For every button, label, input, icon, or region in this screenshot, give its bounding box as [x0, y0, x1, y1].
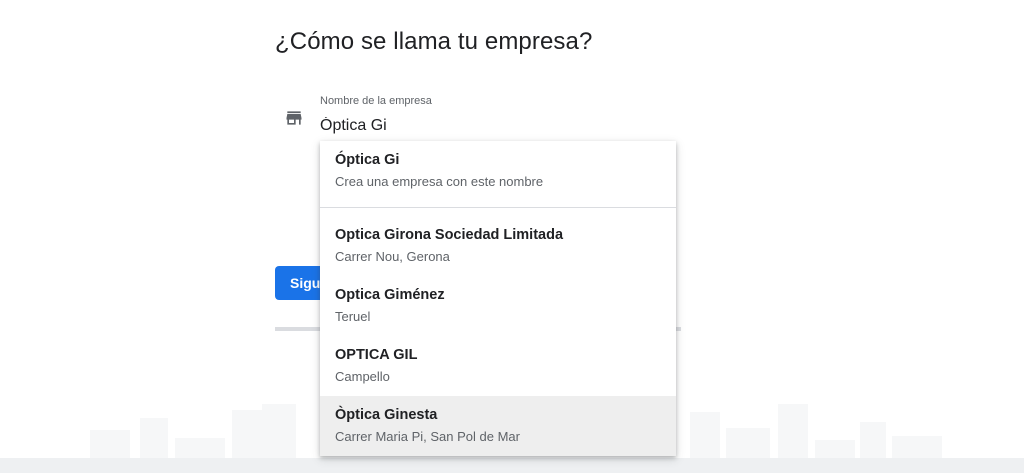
- business-name-input[interactable]: [320, 114, 660, 138]
- suggestion-subtitle: Crea una empresa con este nombre: [335, 174, 544, 189]
- suggestion-subtitle: Carrer Nou, Gerona: [335, 249, 450, 264]
- suggestion-name: Optica Giménez: [335, 287, 445, 303]
- suggestion-item[interactable]: Òptica Ginesta Carrer Maria Pi, San Pol …: [320, 396, 676, 456]
- dropdown-divider: [320, 207, 676, 208]
- suggestion-create-option[interactable]: Óptica Gi Crea una empresa con este nomb…: [320, 141, 676, 207]
- suggestion-subtitle: Teruel: [335, 309, 371, 324]
- field-label: Nombre de la empresa: [320, 95, 432, 107]
- suggestion-item[interactable]: Optica Giménez Teruel: [320, 276, 676, 336]
- suggestion-subtitle: Carrer Maria Pi, San Pol de Mar: [335, 429, 520, 444]
- page-title: ¿Cómo se llama tu empresa?: [275, 28, 593, 55]
- suggestion-name: Optica Girona Sociedad Limitada: [335, 227, 564, 243]
- store-icon: [284, 108, 304, 128]
- suggestion-item[interactable]: OPTICA GIL Campello: [320, 336, 676, 396]
- suggestion-name: OPTICA GIL: [335, 347, 418, 363]
- suggestion-name: Òptica Ginesta: [335, 407, 438, 423]
- suggestion-subtitle: Campello: [335, 369, 390, 384]
- suggestion-name: Óptica Gi: [335, 152, 400, 168]
- suggestions-dropdown: Óptica Gi Crea una empresa con este nomb…: [320, 141, 676, 456]
- suggestion-item[interactable]: Optica Girona Sociedad Limitada Carrer N…: [320, 216, 676, 276]
